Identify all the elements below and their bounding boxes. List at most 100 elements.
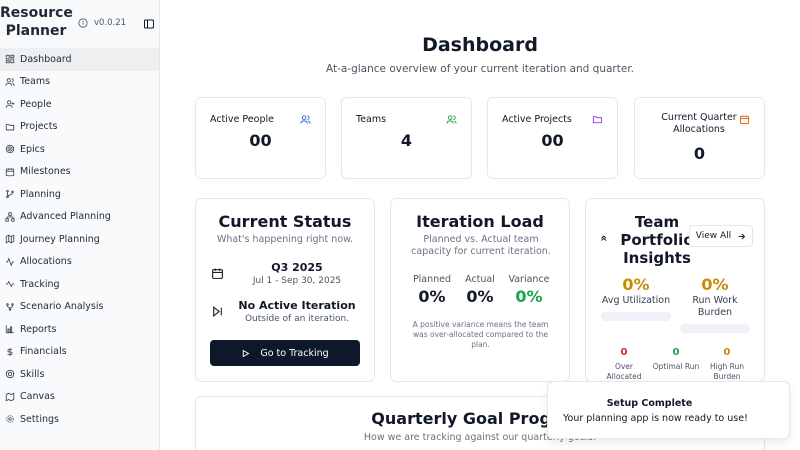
sidebar-item-skills[interactable]: Skills (0, 363, 159, 386)
sidebar-nav: Dashboard Teams People Projects Epics Mi… (0, 48, 159, 431)
planned-metric: Planned 0% (409, 274, 455, 306)
stat-card-active-people: Active People 00 (195, 97, 326, 179)
play-icon (243, 349, 250, 357)
section-subtitle: What's happening right now. (216, 234, 354, 245)
activity-icon (5, 257, 15, 267)
sidebar: Resource Planner v0.0.21 Dashboard Teams… (0, 0, 160, 450)
sidebar-item-scenario-analysis[interactable]: Scenario Analysis (0, 296, 159, 319)
sidebar-item-milestones[interactable]: Milestones (0, 161, 159, 184)
over-allocated-count: 0 (620, 347, 628, 358)
map-icon (5, 234, 15, 244)
metric-value: 0% (418, 287, 446, 306)
users-icon (300, 115, 311, 124)
setup-toast[interactable]: Setup Complete Your planning app is now … (547, 381, 790, 439)
avg-utilization-label: Avg Utilization (601, 295, 671, 306)
iteration-status: No Active Iteration (238, 299, 356, 312)
sidebar-item-advanced-planning[interactable]: Advanced Planning (0, 206, 159, 229)
skills-icon (5, 370, 15, 379)
quarter-range: Jul 1 - Sep 30, 2025 (252, 276, 342, 286)
iteration-load-card: Iteration Load Planned vs. Actual team c… (390, 198, 570, 382)
metric-value: 0% (515, 287, 543, 306)
sidebar-item-projects[interactable]: Projects (0, 116, 159, 139)
sidebar-toggle-icon[interactable] (143, 18, 155, 30)
stat-value: 4 (400, 131, 413, 150)
dashboard-icon (5, 55, 15, 64)
portfolio-insights-card: Team Portfolio Insights View All 0% Avg … (585, 198, 765, 382)
sidebar-item-epics[interactable]: Epics (0, 138, 159, 161)
sidebar-item-reports[interactable]: Reports (0, 318, 159, 341)
toast-title: Setup Complete (606, 398, 693, 409)
app-name: Resource Planner (0, 5, 73, 39)
stat-value: 00 (249, 131, 272, 150)
avg-utilization-bar (601, 312, 671, 321)
run-work-label: Run Work Burden (692, 295, 738, 318)
sidebar-item-label: Settings (20, 413, 59, 425)
current-status-card: Current Status What's happening right no… (195, 198, 375, 382)
sidebar-item-label: Planning (20, 188, 61, 200)
section-title: Iteration Load (416, 212, 544, 231)
sidebar-item-label: Teams (20, 76, 51, 88)
flow-icon (6, 303, 14, 311)
section-subtitle: Planned vs. Actual team capacity for cur… (411, 234, 551, 257)
sidebar-item-label: Projects (20, 121, 58, 133)
sidebar-item-tracking[interactable]: Tracking (0, 273, 159, 296)
collapse-icon (601, 235, 607, 241)
sidebar-item-canvas[interactable]: Canvas (0, 386, 159, 409)
sidebar-item-label: Reports (20, 323, 57, 335)
sidebar-item-settings[interactable]: Settings (0, 408, 159, 431)
sidebar-item-label: Allocations (20, 256, 72, 268)
stat-label: Current Quarter Allocations (661, 112, 737, 135)
git-branch-icon (6, 190, 14, 199)
optimal-run-label: Optimal Run (652, 362, 700, 371)
skip-icon (213, 306, 222, 317)
trending-icon (5, 280, 15, 288)
sidebar-item-label: Skills (20, 368, 45, 380)
stat-label: Teams (356, 114, 387, 125)
stat-card-allocations: Current Quarter Allocations 0 (634, 97, 765, 179)
go-to-tracking-button[interactable]: Go to Tracking (210, 340, 360, 366)
high-run-label: High Run Burden (709, 362, 744, 381)
toast-message: Your planning app is now ready to use! (563, 413, 748, 424)
target-icon (5, 145, 15, 154)
sidebar-item-planning[interactable]: Planning (0, 183, 159, 206)
iteration-sub: Outside of an iteration. (244, 314, 350, 324)
sidebar-item-label: People (20, 98, 52, 110)
page-title: Dashboard (422, 34, 538, 56)
arrow-right-icon (738, 233, 746, 239)
folder-icon (5, 123, 15, 131)
canvas-icon (5, 392, 15, 402)
sidebar-item-dashboard[interactable]: Dashboard (0, 48, 159, 71)
network-icon (5, 212, 15, 222)
sidebar-item-people[interactable]: People (0, 93, 159, 116)
sidebar-item-label: Milestones (20, 166, 71, 178)
sidebar-item-label: Canvas (20, 391, 55, 403)
stat-value: 00 (541, 131, 564, 150)
sidebar-item-label: Scenario Analysis (20, 301, 104, 313)
stat-label: Active People (210, 114, 274, 125)
users-icon (446, 115, 457, 124)
sidebar-item-label: Journey Planning (20, 233, 100, 245)
sidebar-item-financials[interactable]: Financials (0, 341, 159, 364)
stat-card-active-projects: Active Projects 00 (487, 97, 618, 179)
high-run-count: 0 (723, 347, 731, 358)
sidebar-item-label: Financials (20, 346, 67, 358)
sidebar-item-journey-planning[interactable]: Journey Planning (0, 228, 159, 251)
section-title: Current Status (218, 212, 352, 231)
calendar-icon (5, 168, 15, 176)
view-all-button[interactable]: View All (689, 225, 753, 247)
settings-icon (6, 415, 14, 423)
current-quarter: Q3 2025 (271, 261, 323, 274)
variance-note: A positive variance means the team was o… (412, 320, 549, 349)
bar-chart-icon (5, 325, 14, 334)
section-title: Team Portfolio Insights (620, 213, 694, 267)
sidebar-item-allocations[interactable]: Allocations (0, 251, 159, 274)
app-version: v0.0.21 (94, 18, 127, 28)
variance-metric: Variance 0% (503, 274, 555, 306)
info-icon (78, 18, 88, 28)
sidebar-item-teams[interactable]: Teams (0, 71, 159, 94)
stat-card-teams: Teams 4 (341, 97, 472, 179)
page-subtitle: At-a-glance overview of your current ite… (325, 63, 635, 75)
metric-value: 0% (466, 287, 494, 306)
button-label: View All (695, 231, 732, 241)
actual-metric: Actual 0% (457, 274, 503, 306)
